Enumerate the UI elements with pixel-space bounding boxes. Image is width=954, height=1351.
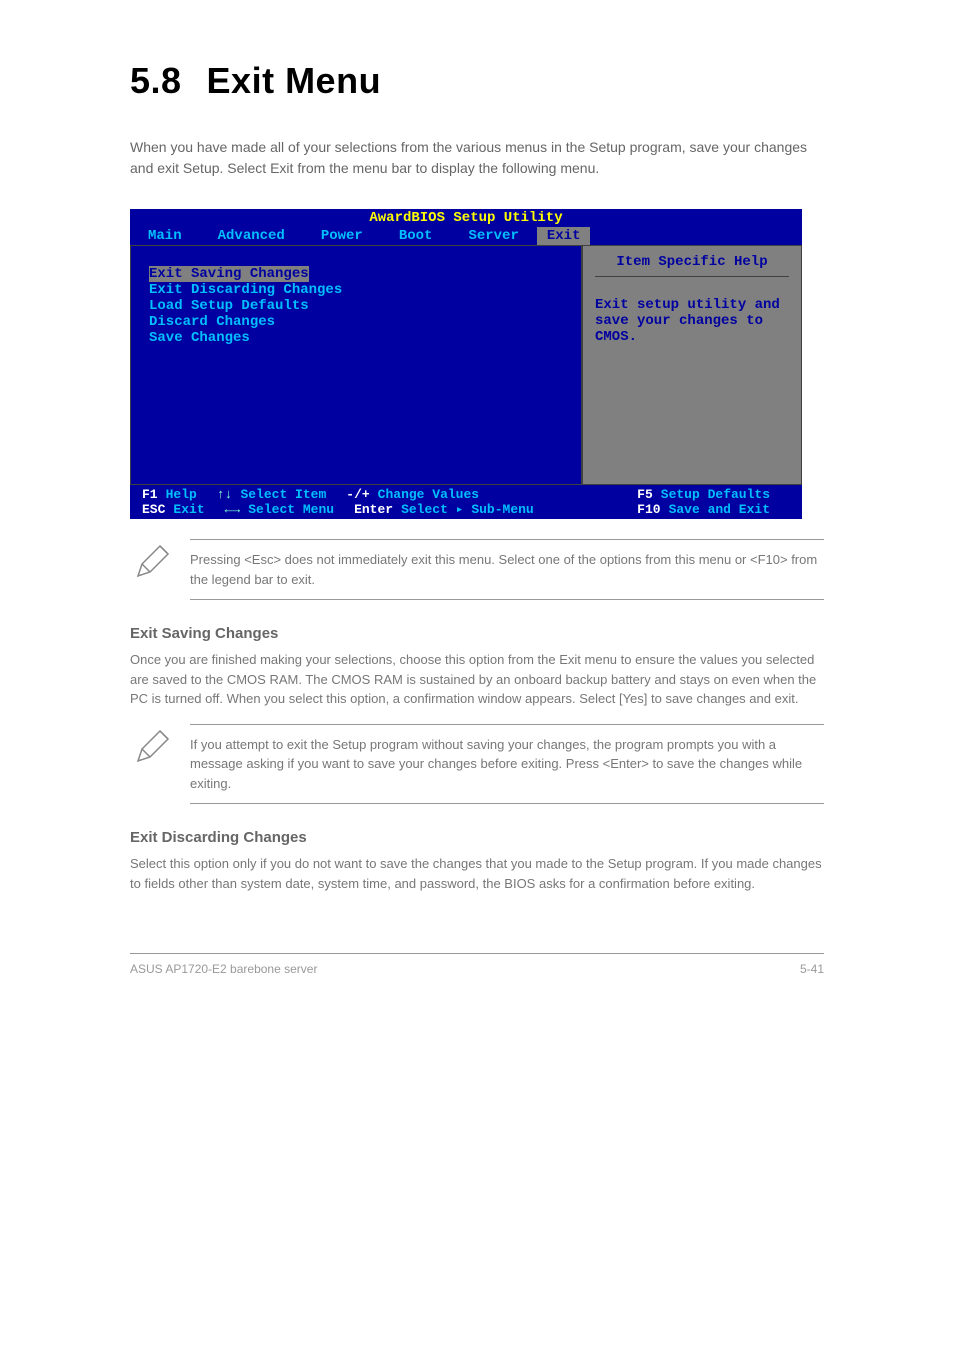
label-exit: Exit	[173, 502, 204, 517]
bios-screenshot: AwardBIOS Setup Utility Main Advanced Po…	[130, 209, 802, 519]
page-title: 5.8 Exit Menu	[0, 60, 954, 102]
key-enter: Enter	[354, 502, 393, 517]
note-2-text: If you attempt to exit the Setup program…	[190, 724, 824, 805]
label-select-menu: Select Menu	[248, 502, 334, 517]
footer-left: ASUS AP1720-E2 barebone server	[130, 962, 317, 976]
label-select-item: Select Item	[240, 487, 326, 502]
option-load-defaults[interactable]: Load Setup Defaults	[149, 298, 563, 314]
bios-help-panel: Item Specific Help Exit setup utility an…	[582, 245, 802, 485]
tab-server[interactable]: Server	[450, 227, 536, 245]
tab-exit[interactable]: Exit	[537, 227, 591, 245]
tab-boot[interactable]: Boot	[381, 227, 451, 245]
key-esc: ESC	[142, 502, 165, 517]
bios-body: Exit Saving Changes Exit Discarding Chan…	[130, 245, 802, 485]
section-number: 5.8	[130, 60, 182, 101]
key-minusplus: -/+	[346, 487, 369, 502]
note-1: Pressing <Esc> does not immediately exit…	[130, 539, 824, 600]
arrow-updown-icon: ↑↓	[217, 487, 233, 502]
option-exit-saving[interactable]: Exit Saving Changes	[149, 266, 309, 282]
option-exit-discarding[interactable]: Exit Discarding Changes	[149, 282, 563, 298]
bios-title-bar: AwardBIOS Setup Utility	[130, 209, 802, 227]
tab-advanced[interactable]: Advanced	[200, 227, 303, 245]
help-title: Item Specific Help	[595, 254, 789, 277]
label-select-submenu: Select ▸ Sub-Menu	[401, 502, 534, 517]
pencil-icon	[130, 724, 190, 805]
exit-discarding-title: Exit Discarding Changes	[0, 829, 954, 846]
pencil-icon	[130, 539, 190, 600]
tab-main[interactable]: Main	[130, 227, 200, 245]
section-name: Exit Menu	[207, 60, 382, 101]
key-f1: F1	[142, 487, 158, 502]
label-change-values: Change Values	[378, 487, 479, 502]
note-2: If you attempt to exit the Setup program…	[130, 724, 824, 805]
label-setup-defaults: Setup Defaults	[661, 487, 770, 502]
exit-saving-title: Exit Saving Changes	[0, 625, 954, 642]
arrow-leftright-icon: ←→	[225, 502, 241, 517]
help-text: Exit setup utility and save your changes…	[595, 297, 789, 345]
bios-footer: F1 Help ↑↓ Select Item -/+ Change Values…	[130, 485, 802, 519]
page-footer: ASUS AP1720-E2 barebone server 5-41	[130, 953, 824, 976]
exit-discarding-text: Select this option only if you do not wa…	[0, 854, 954, 893]
option-save-changes[interactable]: Save Changes	[149, 330, 563, 346]
tab-power[interactable]: Power	[303, 227, 381, 245]
intro-text: When you have made all of your selection…	[0, 137, 954, 179]
key-f5: F5	[637, 487, 653, 502]
bios-menu-bar: Main Advanced Power Boot Server Exit	[130, 227, 802, 245]
bios-options-panel: Exit Saving Changes Exit Discarding Chan…	[130, 245, 582, 485]
label-save-exit: Save and Exit	[669, 502, 770, 517]
footer-right: 5-41	[800, 962, 824, 976]
note-1-text: Pressing <Esc> does not immediately exit…	[190, 539, 824, 600]
key-f10: F10	[637, 502, 660, 517]
exit-saving-text: Once you are finished making your select…	[0, 650, 954, 709]
label-help: Help	[166, 487, 197, 502]
option-discard-changes[interactable]: Discard Changes	[149, 314, 563, 330]
